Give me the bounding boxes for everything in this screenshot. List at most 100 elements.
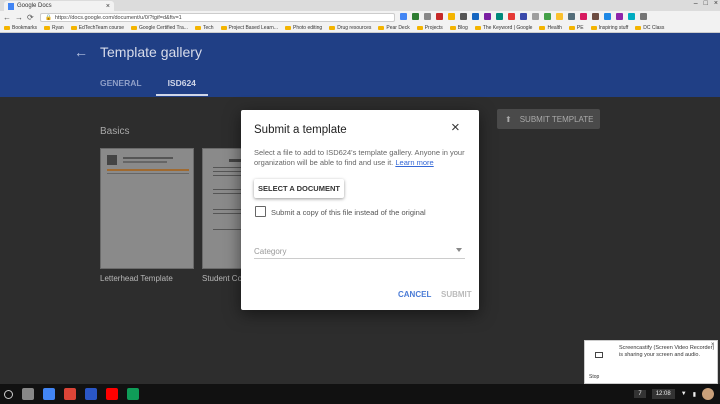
bookmark-item[interactable]: Tech bbox=[194, 25, 214, 31]
cancel-button[interactable]: CANCEL bbox=[398, 290, 431, 299]
submit-template-dialog: Submit a template × Select a file to add… bbox=[241, 110, 479, 310]
screen-share-icon bbox=[595, 352, 603, 358]
student-thumbnail bbox=[213, 159, 241, 230]
taskbar-app-icon[interactable] bbox=[127, 388, 139, 400]
bookmark-item[interactable]: Photo editing bbox=[284, 25, 323, 31]
letterhead-thumbnail bbox=[107, 155, 189, 174]
bookmark-item[interactable]: Blog bbox=[449, 25, 468, 31]
window-close-icon[interactable]: × bbox=[714, 0, 718, 7]
section-title: Basics bbox=[100, 126, 130, 137]
maximize-icon[interactable]: □ bbox=[704, 0, 708, 7]
folder-icon bbox=[416, 26, 423, 30]
submit-button[interactable]: SUBMIT bbox=[441, 290, 472, 299]
back-nav-icon[interactable]: ← bbox=[3, 13, 11, 22]
taskbar-app-icon[interactable] bbox=[85, 388, 97, 400]
folder-icon bbox=[378, 26, 385, 30]
bookmark-item[interactable]: Inspiring stuff bbox=[590, 25, 628, 31]
extension-icon[interactable] bbox=[496, 13, 503, 20]
avatar[interactable] bbox=[702, 388, 714, 400]
extension-icon[interactable] bbox=[448, 13, 455, 20]
reload-icon[interactable]: ⟳ bbox=[27, 13, 34, 22]
bookmark-item[interactable]: Ryan bbox=[44, 25, 64, 31]
bookmark-item[interactable]: DC Class bbox=[635, 25, 664, 31]
copy-checkbox-label: Submit a copy of this file instead of th… bbox=[271, 208, 426, 217]
clock[interactable]: 12:08 bbox=[651, 389, 675, 399]
bookmark-item[interactable]: Health bbox=[539, 25, 562, 31]
stop-sharing-button[interactable]: Stop bbox=[589, 374, 599, 380]
learn-more-link[interactable]: Learn more bbox=[395, 158, 433, 167]
bookmark-item[interactable]: Pear Deck bbox=[378, 25, 410, 31]
extension-icon[interactable] bbox=[484, 13, 491, 20]
notification-close-icon[interactable]: × bbox=[711, 342, 715, 348]
extension-icon[interactable] bbox=[616, 13, 623, 20]
folder-icon bbox=[131, 26, 138, 30]
extension-icon[interactable] bbox=[556, 13, 563, 20]
bookmark-item[interactable]: Project Based Learn... bbox=[220, 25, 278, 31]
bookmark-item[interactable]: The Keyword | Google bbox=[474, 25, 532, 31]
extension-icon[interactable] bbox=[508, 13, 515, 20]
launcher-icon[interactable] bbox=[4, 389, 13, 399]
bookmark-item[interactable]: PE bbox=[568, 25, 584, 31]
extension-icon[interactable] bbox=[400, 13, 407, 20]
screencastify-notification: Screencastify (Screen Video Recorder) is… bbox=[584, 340, 718, 384]
folder-icon bbox=[539, 26, 546, 30]
folder-icon bbox=[4, 26, 10, 30]
extension-icon[interactable] bbox=[472, 13, 479, 20]
extension-icon[interactable] bbox=[520, 13, 527, 20]
extension-icon[interactable] bbox=[532, 13, 539, 20]
bookmark-item[interactable]: EdTechTeam course bbox=[70, 25, 124, 31]
minimize-icon[interactable]: – bbox=[694, 0, 698, 7]
folder-icon bbox=[194, 26, 201, 30]
select-document-button[interactable]: SELECT A DOCUMENT bbox=[254, 179, 344, 198]
extension-icon[interactable] bbox=[436, 13, 443, 20]
close-icon[interactable]: × bbox=[451, 120, 460, 135]
extension-icon[interactable] bbox=[580, 13, 587, 20]
extension-icon[interactable] bbox=[628, 13, 635, 20]
taskbar-app-icon[interactable] bbox=[43, 388, 55, 400]
tab-close-icon[interactable]: × bbox=[106, 3, 110, 10]
bookmark-item[interactable]: Google Certified Tra... bbox=[131, 25, 188, 31]
bookmark-label: Ryan bbox=[52, 25, 64, 31]
back-arrow-icon[interactable]: ← bbox=[74, 44, 88, 60]
submit-template-button[interactable]: ⬆ SUBMIT TEMPLATE bbox=[497, 109, 600, 129]
extension-icon[interactable] bbox=[568, 13, 575, 20]
taskbar-app-icon[interactable] bbox=[22, 388, 34, 400]
template-card-student[interactable] bbox=[202, 148, 242, 269]
folder-icon bbox=[590, 26, 597, 30]
taskbar-app-icon[interactable] bbox=[64, 388, 76, 400]
extension-icon[interactable] bbox=[544, 13, 551, 20]
forward-nav-icon[interactable]: → bbox=[15, 13, 23, 22]
bookmark-label: Photo editing bbox=[292, 25, 323, 31]
extension-icon[interactable] bbox=[592, 13, 599, 20]
extension-icon[interactable] bbox=[412, 13, 419, 20]
dialog-description: Select a file to add to ISD624's templat… bbox=[254, 148, 468, 168]
bookmark-item[interactable]: Bookmarks bbox=[4, 25, 37, 31]
bookmark-item[interactable]: Projects bbox=[416, 25, 443, 31]
notification-count-badge[interactable]: 7 bbox=[634, 390, 646, 398]
dialog-title: Submit a template bbox=[254, 124, 347, 136]
tab-general[interactable]: GENERAL bbox=[100, 78, 142, 96]
folder-icon bbox=[284, 26, 291, 30]
copy-checkbox[interactable] bbox=[255, 206, 266, 217]
bookmark-label: Health bbox=[547, 25, 562, 31]
folder-icon bbox=[44, 26, 51, 30]
docs-favicon-icon bbox=[8, 2, 14, 10]
extension-icon[interactable] bbox=[640, 13, 647, 20]
bookmark-item[interactable]: Drug resources bbox=[329, 25, 371, 31]
system-tray[interactable]: 7 12:08 ▼ ▮ bbox=[634, 388, 714, 400]
notification-text: Screencastify (Screen Video Recorder) is… bbox=[619, 345, 715, 358]
template-card-letterhead[interactable] bbox=[100, 148, 194, 269]
category-dropdown[interactable]: Category bbox=[254, 247, 465, 259]
browser-tab[interactable]: Google Docs × bbox=[4, 1, 114, 11]
bookmark-label: Project Based Learn... bbox=[228, 25, 278, 31]
extension-icon[interactable] bbox=[604, 13, 611, 20]
address-bar[interactable]: 🔒 https://docs.google.com/document/u/0/?… bbox=[40, 13, 395, 22]
extension-icon[interactable] bbox=[424, 13, 431, 20]
dropdown-arrow-icon[interactable] bbox=[456, 248, 462, 252]
card-label-student: Student Co bbox=[202, 274, 243, 283]
taskbar-app-icon[interactable] bbox=[106, 388, 118, 400]
pinned-apps bbox=[22, 388, 139, 400]
gallery-tabs: GENERAL ISD624 bbox=[100, 78, 208, 96]
tab-isd624[interactable]: ISD624 bbox=[155, 78, 208, 96]
extension-icon[interactable] bbox=[460, 13, 467, 20]
